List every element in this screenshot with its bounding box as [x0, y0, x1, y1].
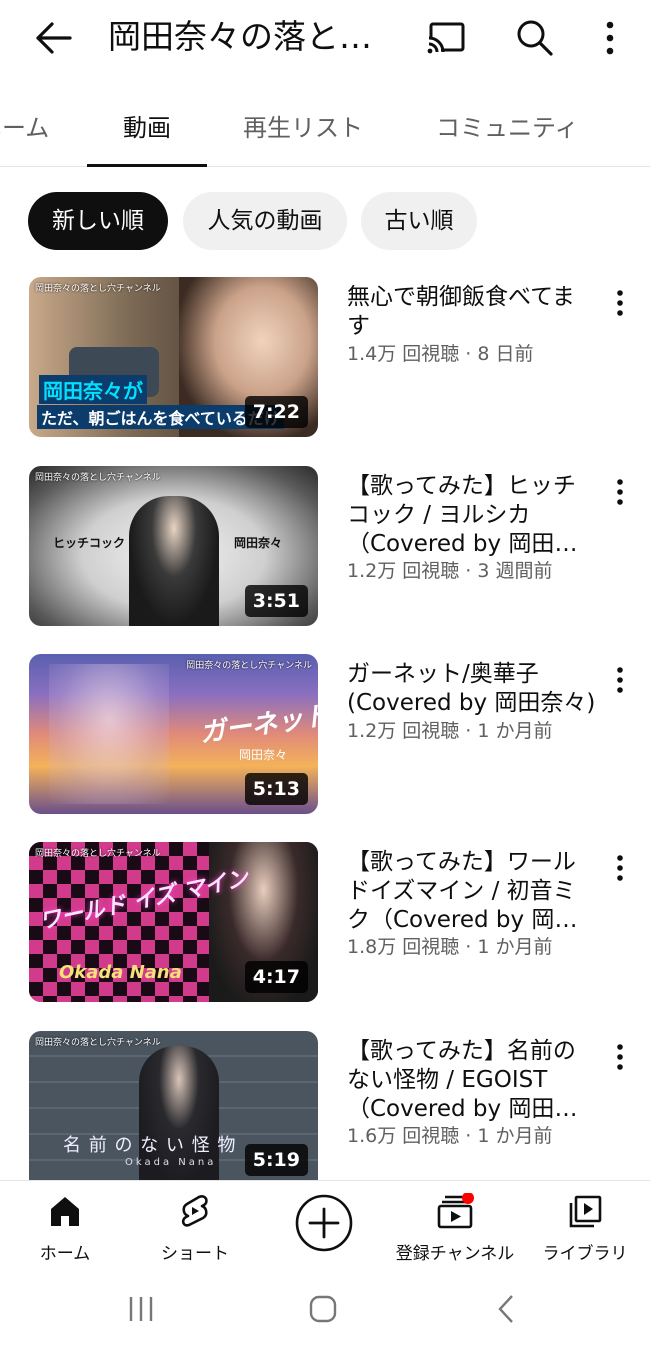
video-thumbnail[interactable]: 岡田奈々の落とし穴チャンネル ヒッチコック 岡田奈々 3:51 — [29, 466, 318, 626]
nav-subscriptions-label: 登録チャンネル — [395, 1244, 515, 1264]
thumbnail-channel-label: 岡田奈々の落とし穴チャンネル — [186, 661, 312, 671]
bottom-navigation: ホーム ショート 登録チャンネル ライブラリ — [0, 1180, 650, 1271]
video-thumbnail[interactable]: 岡田奈々の落とし穴チャンネル ワールド イズ マイン Okada Nana 4:… — [29, 842, 318, 1002]
video-duration: 3:51 — [244, 585, 308, 617]
video-more-icon[interactable] — [604, 1039, 636, 1079]
video-more-icon[interactable] — [604, 474, 636, 514]
cast-icon[interactable] — [425, 16, 469, 60]
recents-icon[interactable] — [126, 1294, 156, 1324]
video-item[interactable]: 岡田奈々の落とし穴チャンネル ヒッチコック 岡田奈々 3:51 【歌ってみた】ヒ… — [0, 466, 650, 626]
chip-oldest[interactable]: 古い順 — [361, 192, 477, 250]
create-plus-icon[interactable] — [295, 1194, 353, 1252]
nav-shorts[interactable]: ショート — [130, 1193, 260, 1264]
thumbnail-caption: Okada Nana — [59, 962, 182, 983]
video-title[interactable]: 【歌ってみた】ヒッチコック / ヨルシカ（Covered by 岡田奈々） — [347, 472, 597, 559]
home-circle-icon[interactable] — [308, 1294, 338, 1324]
thumbnail-channel-label: 岡田奈々の落とし穴チャンネル — [35, 1038, 161, 1048]
video-item[interactable]: 岡田奈々の落とし穴チャンネル 名 前 の な い 怪 物 Okada Nana … — [0, 1031, 650, 1191]
video-title[interactable]: 無心で朝御飯食べてます — [347, 283, 597, 341]
video-duration: 5:13 — [244, 773, 308, 805]
tab-videos[interactable]: 動画 — [123, 108, 171, 143]
subscriptions-icon — [437, 1193, 474, 1229]
video-thumbnail[interactable]: 岡田奈々の落とし穴チャンネル 岡田奈々が ただ、朝ごはんを食べているだけ 7:2… — [29, 277, 318, 437]
video-meta: 1.6万 回視聴 · 1 か月前 — [347, 1125, 553, 1147]
tab-playlists[interactable]: 再生リスト — [243, 108, 363, 143]
nav-subscriptions[interactable]: 登録チャンネル — [390, 1193, 520, 1264]
thumbnail-caption: 岡田奈々 — [234, 536, 283, 550]
video-title[interactable]: 【歌ってみた】名前のない怪物 / EGOIST（Covered by 岡田奈々） — [347, 1037, 597, 1124]
video-title[interactable]: 【歌ってみた】ワールドイズマイン / 初音ミク（Covered by 岡田奈々） — [347, 848, 597, 935]
video-more-icon[interactable] — [604, 850, 636, 890]
active-tab-indicator — [87, 164, 207, 167]
channel-tabs: ホーム 動画 再生リスト コミュニティ — [0, 86, 650, 167]
thumbnail-channel-label: 岡田奈々の落とし穴チャンネル — [35, 473, 161, 483]
thumbnail-channel-label: 岡田奈々の落とし穴チャンネル — [35, 849, 161, 859]
video-meta: 1.4万 回視聴 · 8 日前 — [347, 343, 534, 365]
back-chevron-icon[interactable] — [494, 1294, 518, 1324]
video-more-icon[interactable] — [604, 285, 636, 325]
system-navigation-bar — [0, 1270, 650, 1352]
nav-library-label: ライブラリ — [542, 1244, 628, 1264]
thumbnail-caption: ヒッチコック — [53, 536, 126, 550]
library-icon — [569, 1195, 602, 1228]
video-duration: 5:19 — [244, 1144, 308, 1176]
thumbnail-caption: Okada Nana — [125, 1157, 217, 1168]
video-meta: 1.8万 回視聴 · 1 か月前 — [347, 936, 553, 958]
back-arrow-icon[interactable] — [30, 18, 74, 58]
thumbnail-caption: 岡田奈々 — [239, 748, 288, 762]
video-meta: 1.2万 回視聴 · 1 か月前 — [347, 720, 553, 742]
video-more-icon[interactable] — [604, 662, 636, 702]
video-item[interactable]: 岡田奈々の落とし穴チャンネル 岡田奈々が ただ、朝ごはんを食べているだけ 7:2… — [0, 277, 650, 437]
channel-title: 岡田奈々の落とし穴チャンネル — [108, 17, 398, 56]
video-duration: 4:17 — [244, 961, 308, 993]
video-item[interactable]: 岡田奈々の落とし穴チャンネル ワールド イズ マイン Okada Nana 4:… — [0, 842, 650, 1002]
tab-home[interactable]: ホーム — [0, 108, 49, 143]
home-icon — [51, 1197, 79, 1226]
video-thumbnail[interactable]: 岡田奈々の落とし穴チャンネル 名 前 の な い 怪 物 Okada Nana … — [29, 1031, 318, 1180]
chip-popular[interactable]: 人気の動画 — [183, 192, 347, 250]
thumbnail-caption: 岡田奈々が — [39, 375, 147, 404]
thumbnail-channel-label: 岡田奈々の落とし穴チャンネル — [35, 284, 161, 294]
video-title[interactable]: ガーネット/奥華子 (Covered by 岡田奈々) — [347, 660, 597, 718]
nav-library[interactable]: ライブラリ — [520, 1193, 650, 1264]
nav-shorts-label: ショート — [161, 1244, 229, 1264]
top-app-bar: 岡田奈々の落とし穴チャンネル — [0, 0, 650, 76]
video-duration: 7:22 — [244, 396, 308, 428]
search-icon[interactable] — [512, 16, 556, 60]
tab-community[interactable]: コミュニティ — [436, 108, 579, 143]
shorts-icon — [181, 1195, 208, 1227]
more-vert-icon[interactable] — [590, 16, 630, 60]
video-thumbnail[interactable]: 岡田奈々の落とし穴チャンネル ガーネット 岡田奈々 5:13 — [29, 654, 318, 814]
chip-newest[interactable]: 新しい順 — [28, 192, 168, 250]
video-item[interactable]: 岡田奈々の落とし穴チャンネル ガーネット 岡田奈々 5:13 ガーネット/奥華子… — [0, 654, 650, 814]
nav-home[interactable]: ホーム — [0, 1193, 130, 1264]
thumbnail-caption: 名 前 の な い 怪 物 — [63, 1135, 237, 1156]
nav-home-label: ホーム — [39, 1244, 91, 1264]
video-meta: 1.2万 回視聴 · 3 週間前 — [347, 560, 553, 582]
